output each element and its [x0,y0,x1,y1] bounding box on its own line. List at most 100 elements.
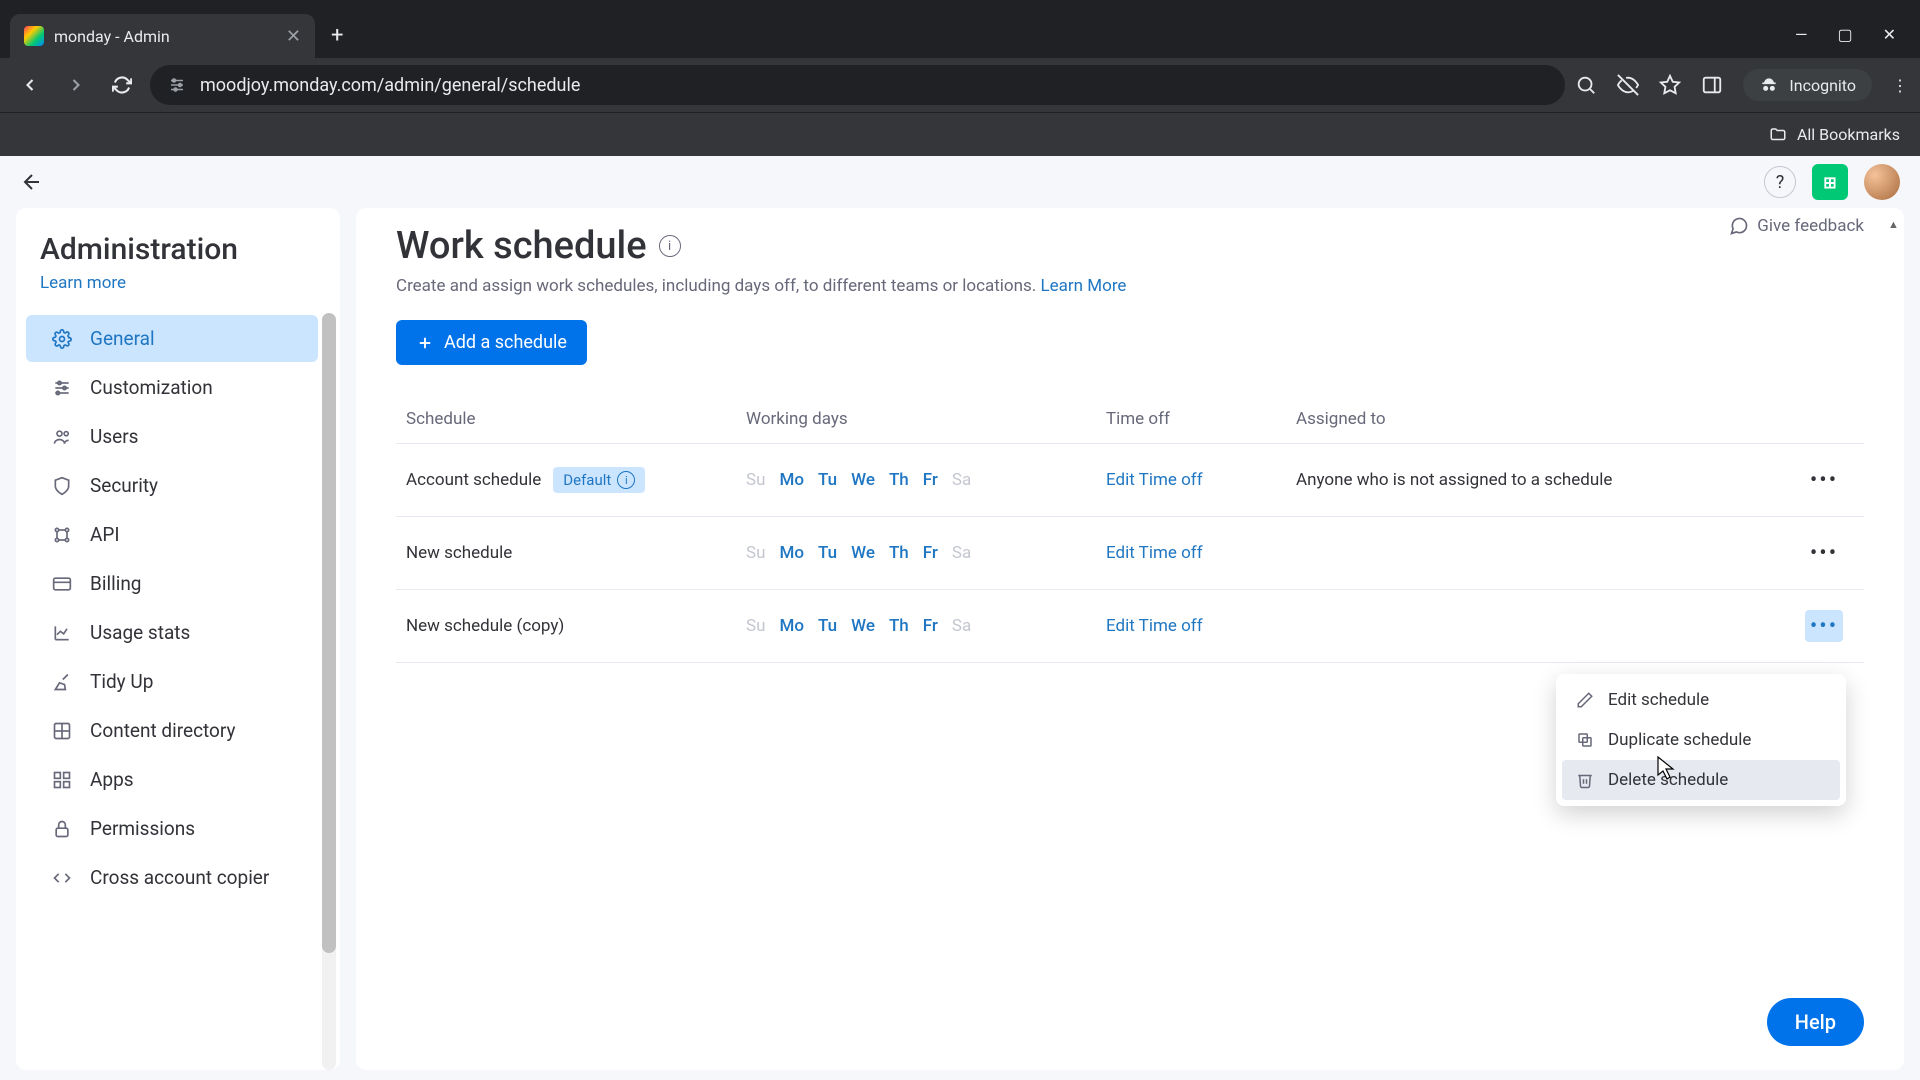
incognito-chip[interactable]: Incognito [1743,69,1872,101]
url-input[interactable]: moodjoy.monday.com/admin/general/schedul… [150,65,1565,105]
sidepanel-icon[interactable] [1701,74,1723,96]
info-icon[interactable]: i [617,471,635,489]
sidebar-item-permissions[interactable]: Permissions [26,805,318,852]
day-label: We [851,543,875,563]
apps-icon [50,770,74,790]
row-more-button[interactable]: ••• [1805,464,1843,496]
col-working-days: Working days [746,409,1106,429]
day-label: Mo [779,616,804,636]
copy-icon [50,868,74,888]
edit-time-off-link[interactable]: Edit Time off [1106,616,1203,636]
day-label: Fr [923,616,938,636]
app-back-button[interactable] [20,170,44,194]
day-label: Sa [952,470,971,490]
day-label: Mo [779,470,804,490]
table-row: New scheduleSuMoTuWeThFrSaEdit Time off•… [396,517,1864,590]
sidebar-item-label: Security [90,474,158,497]
col-schedule: Schedule [406,409,746,429]
menu-duplicate-schedule[interactable]: Duplicate schedule [1562,720,1840,760]
sidebar-item-apps[interactable]: Apps [26,756,318,803]
assigned-to-cell: Anyone who is not assigned to a schedule [1296,470,1794,490]
row-more-button[interactable]: ••• [1805,610,1843,642]
help-button[interactable]: Help [1767,998,1864,1046]
eye-off-icon[interactable] [1617,74,1639,96]
schedule-name: Account schedule [406,470,541,490]
info-icon[interactable]: i [659,235,681,257]
browser-tab[interactable]: monday - Admin ✕ [10,14,315,58]
star-icon[interactable] [1659,74,1681,96]
day-label: Mo [779,543,804,563]
sidebar-item-customization[interactable]: Customization [26,364,318,411]
window-controls: — ▢ ✕ [1771,25,1920,58]
schedule-name-cell: Account schedule Default i [406,467,746,493]
tab-title: monday - Admin [54,27,276,46]
forward-button[interactable] [58,67,94,103]
day-label: Th [889,616,909,636]
sidebar-item-tidy-up[interactable]: Tidy Up [26,658,318,705]
incognito-icon [1759,75,1779,95]
sidebar-item-billing[interactable]: Billing [26,560,318,607]
edit-time-off-link[interactable]: Edit Time off [1106,470,1203,490]
favicon [24,26,44,46]
folder-icon [1769,126,1787,144]
site-settings-icon[interactable] [168,76,186,94]
day-label: We [851,616,875,636]
row-more-button[interactable]: ••• [1805,537,1843,569]
col-time-off: Time off [1106,409,1296,429]
learn-more-link[interactable]: Learn More [1041,276,1127,296]
day-label: Th [889,543,909,563]
url-text: moodjoy.monday.com/admin/general/schedul… [200,75,580,96]
day-label: Fr [923,470,938,490]
close-window-icon[interactable]: ✕ [1883,25,1896,44]
sidebar-item-label: Billing [90,572,141,595]
schedule-name-cell: New schedule (copy) [406,616,746,636]
sidebar-item-users[interactable]: Users [26,413,318,460]
kebab-icon[interactable]: ⋮ [1892,76,1908,95]
menu-delete-schedule[interactable]: Delete schedule [1562,760,1840,800]
sidebar-item-api[interactable]: API [26,511,318,558]
sidebar-item-content-directory[interactable]: Content directory [26,707,318,754]
table-row: Account scheduleDefault iSuMoTuWeThFrSaE… [396,444,1864,517]
chat-icon [1729,216,1749,236]
sidebar-item-label: Usage stats [90,621,190,644]
table-row: New schedule (copy)SuMoTuWeThFrSaEdit Ti… [396,590,1864,663]
day-label: Tu [818,470,837,490]
sidebar-item-cross-account-copier[interactable]: Cross account copier [26,854,318,901]
sidebar-item-label: General [90,327,155,350]
bookmarks-bar: All Bookmarks [0,112,1920,156]
back-button[interactable] [12,67,48,103]
close-tab-icon[interactable]: ✕ [286,26,301,47]
reload-button[interactable] [104,67,140,103]
workspace-avatar[interactable]: ⊞ [1812,164,1848,200]
menu-edit-schedule[interactable]: Edit schedule [1562,680,1840,720]
add-schedule-button[interactable]: Add a schedule [396,320,587,365]
day-label: Tu [818,543,837,563]
scroll-up-arrow[interactable]: ▲ [1888,218,1902,232]
maximize-icon[interactable]: ▢ [1837,25,1852,44]
new-tab-button[interactable]: + [315,23,359,58]
broom-icon [50,672,74,692]
day-label: Sa [952,543,971,563]
main-content: Give feedback Work schedule i Create and… [356,208,1904,1070]
search-icon[interactable] [1575,74,1597,96]
edit-time-off-link[interactable]: Edit Time off [1106,543,1203,563]
sidebar-item-usage-stats[interactable]: Usage stats [26,609,318,656]
sidebar-item-general[interactable]: General [26,315,318,362]
default-badge: Default i [553,467,645,493]
all-bookmarks-link[interactable]: All Bookmarks [1797,125,1900,144]
api-icon [50,525,74,545]
user-avatar[interactable] [1864,164,1900,200]
sidebar-item-label: Apps [90,768,134,791]
incognito-label: Incognito [1789,76,1856,95]
minimize-icon[interactable]: — [1795,25,1808,44]
app-header: ? ⊞ [0,156,1920,208]
sidebar-scrollbar-thumb[interactable] [322,313,336,953]
sidebar-item-label: Users [90,425,138,448]
subtitle-text: Create and assign work schedules, includ… [396,276,1041,296]
help-icon[interactable]: ? [1764,166,1796,198]
sidebar-title: Administration [16,232,340,267]
chart-icon [50,623,74,643]
sidebar-item-security[interactable]: Security [26,462,318,509]
give-feedback-link[interactable]: Give feedback [1729,216,1864,236]
sidebar-learn-more[interactable]: Learn more [16,267,340,313]
